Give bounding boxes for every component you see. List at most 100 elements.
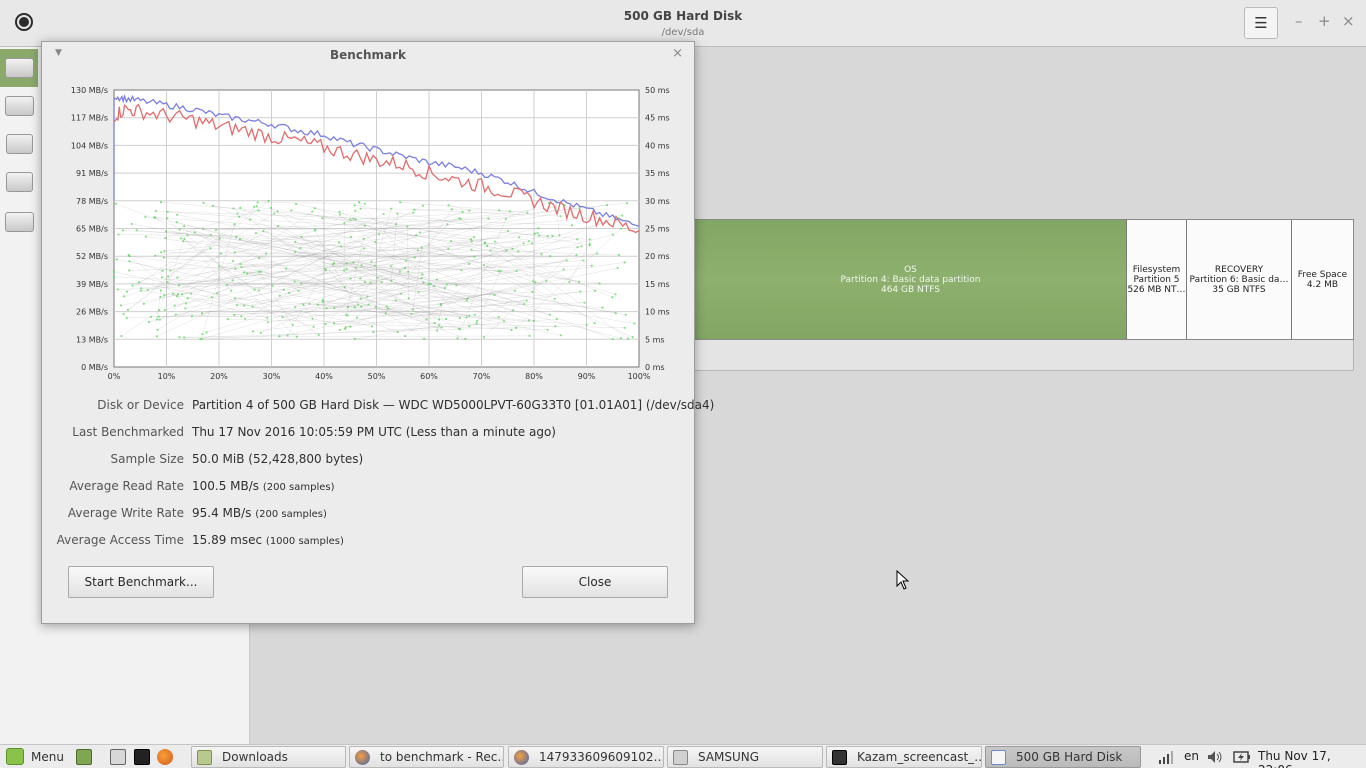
partition-filesystem[interactable]: Filesystem Partition 5 526 MB NT… (1127, 220, 1187, 339)
start-menu-label: Menu (31, 749, 64, 764)
keyboard-layout-indicator[interactable]: en (1184, 749, 1199, 763)
access-time-point (493, 240, 496, 243)
start-menu-button[interactable]: Menu (6, 748, 64, 765)
last-benchmarked-value: Thu 17 Nov 2016 10:05:59 PM UTC (Less th… (192, 425, 556, 439)
access-time-point (362, 237, 365, 240)
file-manager-launcher-icon[interactable] (110, 749, 126, 765)
access-time-point (445, 317, 448, 321)
dialog-close-button[interactable]: Close (522, 566, 668, 598)
access-time-point (321, 217, 324, 220)
sidebar-item-hard-disk-2[interactable] (0, 87, 38, 125)
partition-recovery[interactable]: RECOVERY Partition 6: Basic da… 35 GB NTFS (1187, 220, 1292, 339)
x-tick-label: 20% (210, 372, 228, 380)
access-time-point (269, 206, 272, 209)
access-time-number: 15.89 msec (192, 533, 263, 547)
sidebar-item-usb-1[interactable] (0, 125, 38, 163)
sidebar-item-usb-2[interactable] (0, 163, 38, 201)
clock[interactable]: Thu Nov 17, 22:06 (1258, 749, 1366, 768)
access-time-point (498, 209, 501, 212)
access-time-point (183, 336, 186, 339)
access-time-point (239, 206, 242, 210)
maximize-button[interactable]: + (1318, 12, 1331, 30)
access-time-point (338, 210, 341, 213)
volume-icon[interactable] (1207, 750, 1223, 764)
access-time-point (313, 229, 316, 232)
y-left-tick-label: 117 MB/s (71, 114, 108, 123)
access-time-point (259, 331, 262, 334)
terminal-launcher-icon[interactable] (134, 749, 150, 765)
x-tick-label: 90% (578, 372, 596, 380)
taskbar-window-disks[interactable]: 500 GB Hard Disk (985, 746, 1141, 768)
access-time-point (390, 207, 393, 210)
taskbar-window-kazam[interactable]: Kazam_screencast_… (826, 746, 982, 768)
minimize-button[interactable]: – (1295, 12, 1303, 30)
partition-name: Free Space (1297, 269, 1348, 280)
access-time-point (286, 334, 289, 337)
access-time-point (119, 304, 123, 307)
y-left-tick-label: 130 MB/s (71, 86, 108, 95)
benchmark-dialog: ▼ Benchmark × 130 MB/s 117 MB/s 104 MB/s 91… (41, 41, 714, 624)
access-time-point (407, 297, 410, 300)
access-time-point (210, 296, 213, 299)
firefox-launcher-icon[interactable] (157, 749, 173, 765)
network-signal-icon[interactable] (1158, 750, 1174, 764)
access-time-point (623, 326, 626, 329)
dialog-close-icon[interactable]: × (672, 46, 683, 61)
close-button[interactable]: × (1342, 12, 1355, 30)
access-time-point (626, 337, 630, 340)
y-left-tick-label: 65 MB/s (76, 225, 108, 234)
sidebar-item-drive[interactable] (0, 203, 38, 241)
y-right-tick-label: 5 ms (645, 335, 665, 344)
hard-disk-icon (5, 96, 34, 116)
access-time-point (363, 247, 366, 250)
access-time-point (356, 303, 360, 306)
partition-free-space[interactable]: Free Space 4.2 MB (1292, 220, 1353, 339)
access-time-point (273, 212, 276, 215)
x-tick-label: 50% (368, 372, 386, 380)
access-time-point (338, 328, 341, 332)
access-time-point (267, 199, 270, 203)
access-time-point (311, 210, 314, 213)
y-left-tick-label: 13 MB/s (76, 335, 108, 344)
access-time-point (332, 322, 336, 325)
access-time-point (374, 240, 377, 244)
start-benchmark-button[interactable]: Start Benchmark... (68, 566, 214, 598)
access-time-point (140, 287, 143, 290)
partition-name: Filesystem (1132, 264, 1181, 275)
access-time-point (525, 299, 528, 302)
access-time-point (302, 303, 305, 306)
access-time-point (294, 306, 297, 309)
info-row-last-benchmarked: Last Benchmarked Thu 17 Nov 2016 10:05:5… (42, 425, 696, 441)
taskbar-window-label: Downloads (222, 750, 288, 764)
hard-disk-icon (5, 58, 34, 78)
access-time-point (239, 262, 242, 266)
dialog-title: Benchmark (330, 48, 406, 62)
usb-drive-icon (6, 134, 33, 154)
sidebar-item-hard-disk-1[interactable] (0, 49, 38, 87)
access-time-point (183, 225, 186, 228)
access-time-point (252, 205, 256, 208)
taskbar-window-benchmark[interactable]: to benchmark - Rec… (349, 746, 504, 768)
access-time-point (201, 333, 204, 336)
access-time-value: 15.89 msec (1000 samples) (192, 533, 344, 547)
access-time-point (243, 271, 246, 274)
partition-os[interactable]: OS Partition 4: Basic data partition 464 G… (695, 220, 1127, 339)
access-time-point (528, 334, 531, 338)
last-benchmarked-label: Last Benchmarked (72, 425, 184, 439)
show-desktop-icon[interactable] (76, 749, 92, 765)
battery-icon[interactable] (1233, 750, 1251, 764)
taskbar-window-samsung[interactable]: SAMSUNG (667, 746, 823, 768)
access-time-point (167, 275, 170, 278)
access-time-point (312, 325, 315, 328)
x-tick-label: 10% (158, 372, 176, 380)
info-row-read-rate: Average Read Rate 100.5 MB/s (200 sample… (42, 479, 696, 495)
taskbar-window-label: 147933609609102… (539, 750, 664, 764)
y-right-tick-label: 0 ms (645, 363, 665, 372)
access-time-point (295, 335, 298, 338)
taskbar-window-downloads[interactable]: Downloads (191, 746, 346, 768)
access-time-point (378, 233, 381, 236)
hamburger-menu-button[interactable]: ☰ (1244, 7, 1278, 39)
info-row-access-time: Average Access Time 15.89 msec (1000 sam… (42, 533, 696, 549)
taskbar-window-image[interactable]: 147933609609102… (508, 746, 664, 768)
y-right-tick-label: 30 ms (645, 197, 670, 206)
